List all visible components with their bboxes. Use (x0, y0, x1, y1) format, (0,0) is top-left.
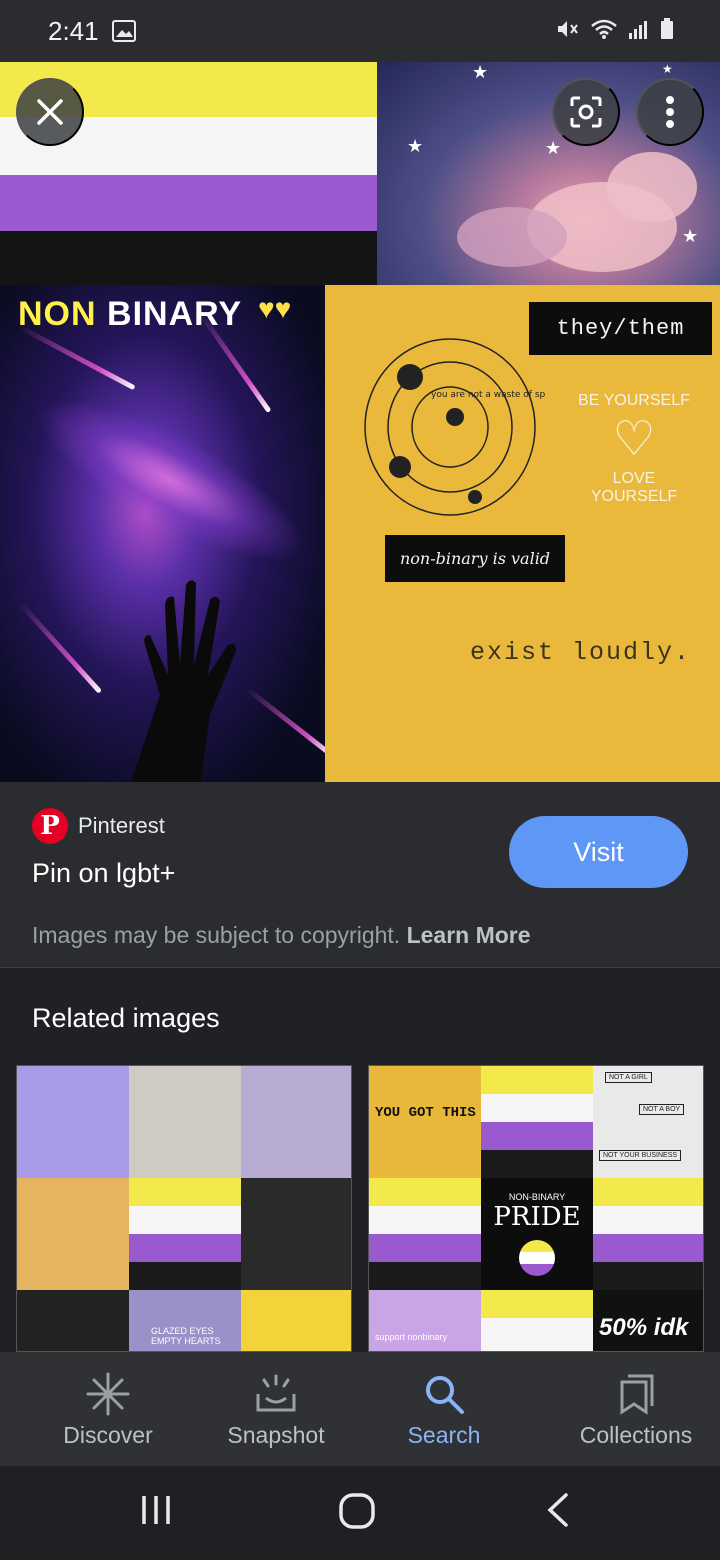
source-name: Pinterest (78, 813, 165, 838)
nav-search[interactable]: Search (336, 1352, 552, 1466)
copyright-notice: Images may be subject to copyright. Lear… (32, 922, 531, 948)
nav-discover[interactable]: Discover (0, 1352, 216, 1466)
related-images-title: Related images (32, 1003, 220, 1033)
gallery-notification-icon (112, 20, 136, 47)
result-title[interactable]: Pin on lgbt+ (32, 858, 175, 889)
related-image-thumbnail-2[interactable]: YOU GOT THIS NOT A GIRL NOT A BOY NOT YO… (368, 1065, 704, 1352)
quote-text: exist loudly. (470, 638, 692, 667)
valid-tag: non-binary is valid (385, 535, 565, 582)
status-time: 2:41 (48, 16, 99, 46)
pronouns-tag: they/them (529, 302, 712, 355)
mute-icon (558, 21, 578, 37)
hand-silhouette (131, 580, 236, 782)
status-icons (556, 18, 674, 40)
galaxy-image: NON BINARY ♥♥ (0, 285, 335, 782)
battery-icon (661, 18, 673, 39)
close-icon (37, 99, 63, 125)
svg-text:you are not a waste of space: you are not a waste of space (431, 390, 545, 400)
more-options-button[interactable] (636, 78, 704, 146)
system-navigation-bar (0, 1466, 720, 1560)
close-button[interactable] (16, 78, 84, 146)
lens-icon (570, 96, 602, 128)
non-binary-title: NON BINARY (18, 295, 243, 333)
flag-stripe-purple (0, 175, 377, 231)
preview-image[interactable]: ★ ★ ★ ★ ★ NON BINARY ♥♥ you are not a wa… (0, 62, 720, 782)
lens-button[interactable] (552, 78, 620, 146)
visit-button[interactable]: Visit (509, 816, 688, 888)
result-info: P Pinterest Pin on lgbt+ Visit Images ma… (0, 782, 720, 968)
wifi-icon (591, 19, 617, 39)
signal-icon (629, 21, 647, 39)
status-bar: 2:41 (0, 0, 720, 62)
hearts-icon: ♥♥ (258, 293, 292, 324)
be-yourself-badge: BE YOURSELF ♡ LOVE YOURSELF (578, 392, 690, 505)
nav-collections[interactable]: Collections (552, 1352, 720, 1466)
back-icon[interactable] (544, 1492, 572, 1528)
search-icon (426, 1376, 464, 1414)
asterisk-icon (86, 1372, 130, 1416)
related-image-thumbnail-1[interactable]: GLAZED EYES EMPTY HEARTS (16, 1065, 352, 1352)
bottom-navigation: Discover Snapshot Search Collections (0, 1352, 720, 1466)
flag-stripe-black (0, 231, 377, 285)
recents-icon[interactable] (138, 1492, 174, 1528)
more-vert-icon (666, 96, 674, 128)
bookmarks-icon (620, 1374, 654, 1415)
nav-snapshot[interactable]: Snapshot (216, 1352, 336, 1466)
solar-system-drawing: you are not a waste of space (364, 338, 545, 516)
pinterest-logo-icon: P (32, 808, 68, 844)
snapshot-icon (256, 1374, 296, 1412)
home-icon[interactable] (338, 1492, 376, 1530)
learn-more-link[interactable]: Learn More (407, 922, 531, 948)
source-row[interactable]: P Pinterest (32, 808, 165, 844)
